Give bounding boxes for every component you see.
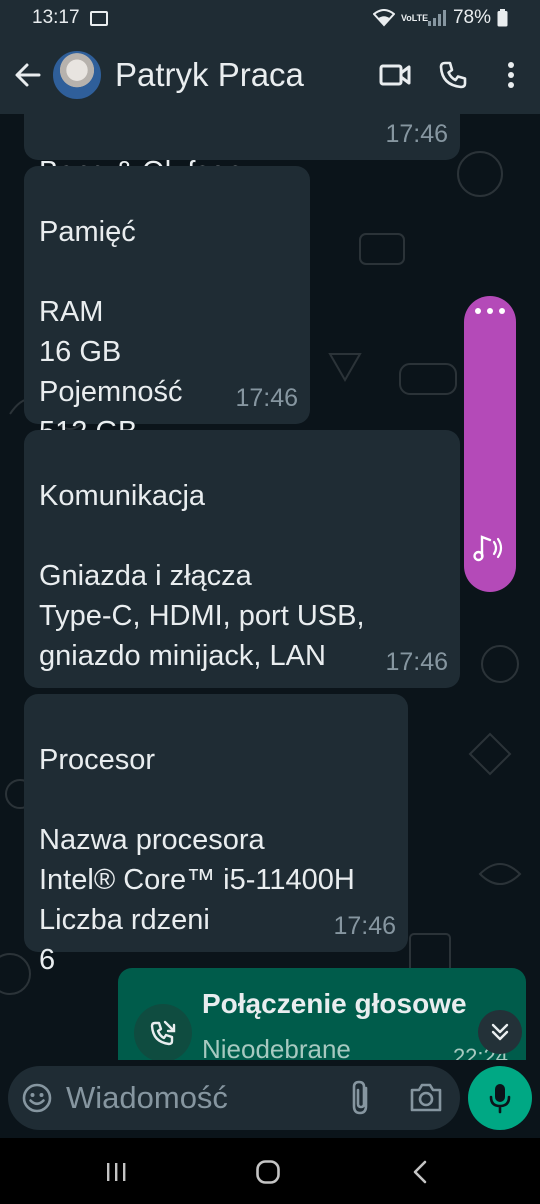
system-back-button[interactable]: [398, 1152, 442, 1192]
edge-panel-handle[interactable]: [464, 296, 516, 592]
call-title: Połączenie głosowe: [202, 988, 467, 1019]
status-time: 13:17: [32, 7, 80, 28]
phone-icon: [439, 61, 467, 89]
missed-call-bubble[interactable]: Połączenie głosowe Nieodebrane 22:24: [118, 968, 526, 1060]
emoji-button[interactable]: [8, 1083, 66, 1113]
battery-percent: 78%: [452, 7, 491, 28]
back-button[interactable]: [6, 53, 50, 97]
message-time: 17:46: [385, 120, 448, 148]
status-bar: 13:17 VoLTE 78%: [0, 0, 540, 36]
chat-header: Patryk Praca: [0, 36, 540, 114]
message-placeholder: Wiadomość: [66, 1080, 228, 1115]
phone-missed-icon: [150, 1020, 176, 1046]
gallery-notification-icon: [89, 10, 108, 26]
microphone-icon: [489, 1084, 511, 1114]
music-note-icon: [473, 535, 503, 562]
message-bubble[interactable]: Bang & Olufsen. 17:46: [24, 114, 460, 188]
volte-label: VoLTE: [400, 12, 429, 23]
video-camera-icon: [379, 64, 411, 86]
more-horizontal-icon: [464, 308, 516, 314]
scroll-to-bottom-button[interactable]: [478, 1010, 522, 1054]
chevron-left-icon: [413, 1160, 427, 1184]
emoji-icon: [22, 1083, 52, 1113]
more-vertical-icon: [508, 62, 514, 88]
status-indicators: VoLTE 78%: [372, 7, 508, 29]
message-time: 17:46: [385, 648, 448, 676]
video-call-button[interactable]: [366, 46, 424, 104]
message-input[interactable]: Wiadomość: [8, 1066, 460, 1130]
home-icon: [256, 1160, 280, 1184]
call-status: Nieodebrane: [202, 1034, 351, 1060]
missed-call-icon: [134, 1004, 192, 1060]
signal-icon: [427, 10, 446, 26]
home-button[interactable]: [246, 1152, 290, 1192]
message-bubble[interactable]: Komunikacja Gniazda i złącza Type-C, HDM…: [24, 430, 460, 688]
paperclip-icon[interactable]: [346, 1078, 376, 1118]
voice-message-button[interactable]: [468, 1066, 532, 1130]
camera-icon[interactable]: [408, 1078, 444, 1118]
message-time: 17:46: [333, 912, 396, 940]
chat-area[interactable]: Bang & Olufsen. 17:46 Pamięć RAM 16 GB P…: [0, 114, 540, 1060]
message-text: Procesor Nazwa procesora Intel® Core™ i5…: [39, 744, 355, 976]
more-options-button[interactable]: [482, 46, 540, 104]
header-actions: [366, 46, 540, 104]
message-text: Komunikacja Gniazda i złącza Type-C, HDM…: [39, 480, 365, 672]
wifi-icon: [372, 9, 395, 27]
message-time: 17:46: [235, 384, 298, 412]
double-chevron-down-icon: [491, 1023, 509, 1041]
system-navigation-bar: [0, 1138, 540, 1204]
voice-call-button[interactable]: [424, 46, 482, 104]
message-bubble[interactable]: Procesor Nazwa procesora Intel® Core™ i5…: [24, 694, 408, 976]
recent-apps-button[interactable]: [94, 1152, 138, 1192]
arrow-left-icon: [15, 63, 41, 87]
battery-icon: [497, 9, 508, 27]
message-text: Pamięć RAM 16 GB Pojemność 512 GB: [39, 216, 183, 448]
contact-name[interactable]: Patryk Praca: [115, 56, 304, 94]
avatar[interactable]: [52, 50, 102, 100]
recent-apps-icon: [107, 1163, 126, 1181]
message-bubble[interactable]: Pamięć RAM 16 GB Pojemność 512 GB 17:46: [24, 166, 310, 448]
message-composer: Wiadomość: [0, 1060, 540, 1138]
